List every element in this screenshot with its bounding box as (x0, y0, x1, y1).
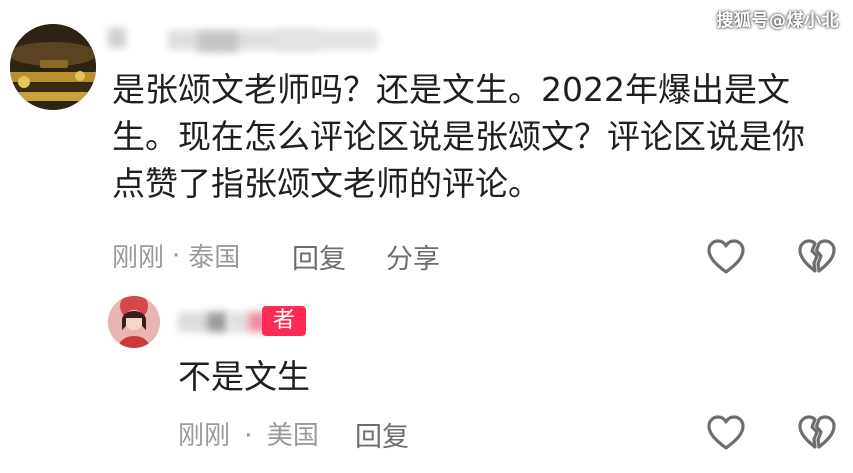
comment-meta: 刚刚 · 泰国 (112, 237, 240, 274)
broken-heart-icon[interactable] (797, 414, 837, 452)
author-badge: 者 (262, 306, 306, 336)
watermark: 搜狐号@煤小北 (716, 11, 839, 31)
heart-outline-icon[interactable] (706, 238, 746, 276)
reply-meta: 刚刚 · 美国 (178, 415, 319, 452)
reply-time: 刚刚 (178, 421, 231, 451)
reply-avatar[interactable] (108, 296, 160, 348)
reply-reply-button[interactable]: 回复 (355, 415, 409, 454)
avatar[interactable] (10, 24, 96, 110)
username-redacted (108, 26, 388, 52)
avatar-image (10, 24, 96, 110)
reply-avatar-image (108, 296, 160, 348)
meta-separator: · (172, 240, 181, 271)
meta-separator: · (244, 421, 253, 451)
comment-time: 刚刚 (112, 243, 165, 273)
reply-location: 美国 (266, 421, 319, 451)
broken-heart-icon[interactable] (797, 238, 837, 276)
heart-outline-icon[interactable] (706, 414, 746, 452)
comment-location: 泰国 (188, 243, 241, 273)
reply-button[interactable]: 回复 (292, 237, 346, 276)
share-button[interactable]: 分享 (386, 237, 440, 276)
comment-text: 是张颂文老师吗？还是文生。2022年爆出是文生。现在怎么评论区说是张颂文？评论区… (112, 70, 805, 203)
reply-text: 不是文生 (178, 357, 310, 396)
reply-username-redacted (178, 308, 274, 336)
